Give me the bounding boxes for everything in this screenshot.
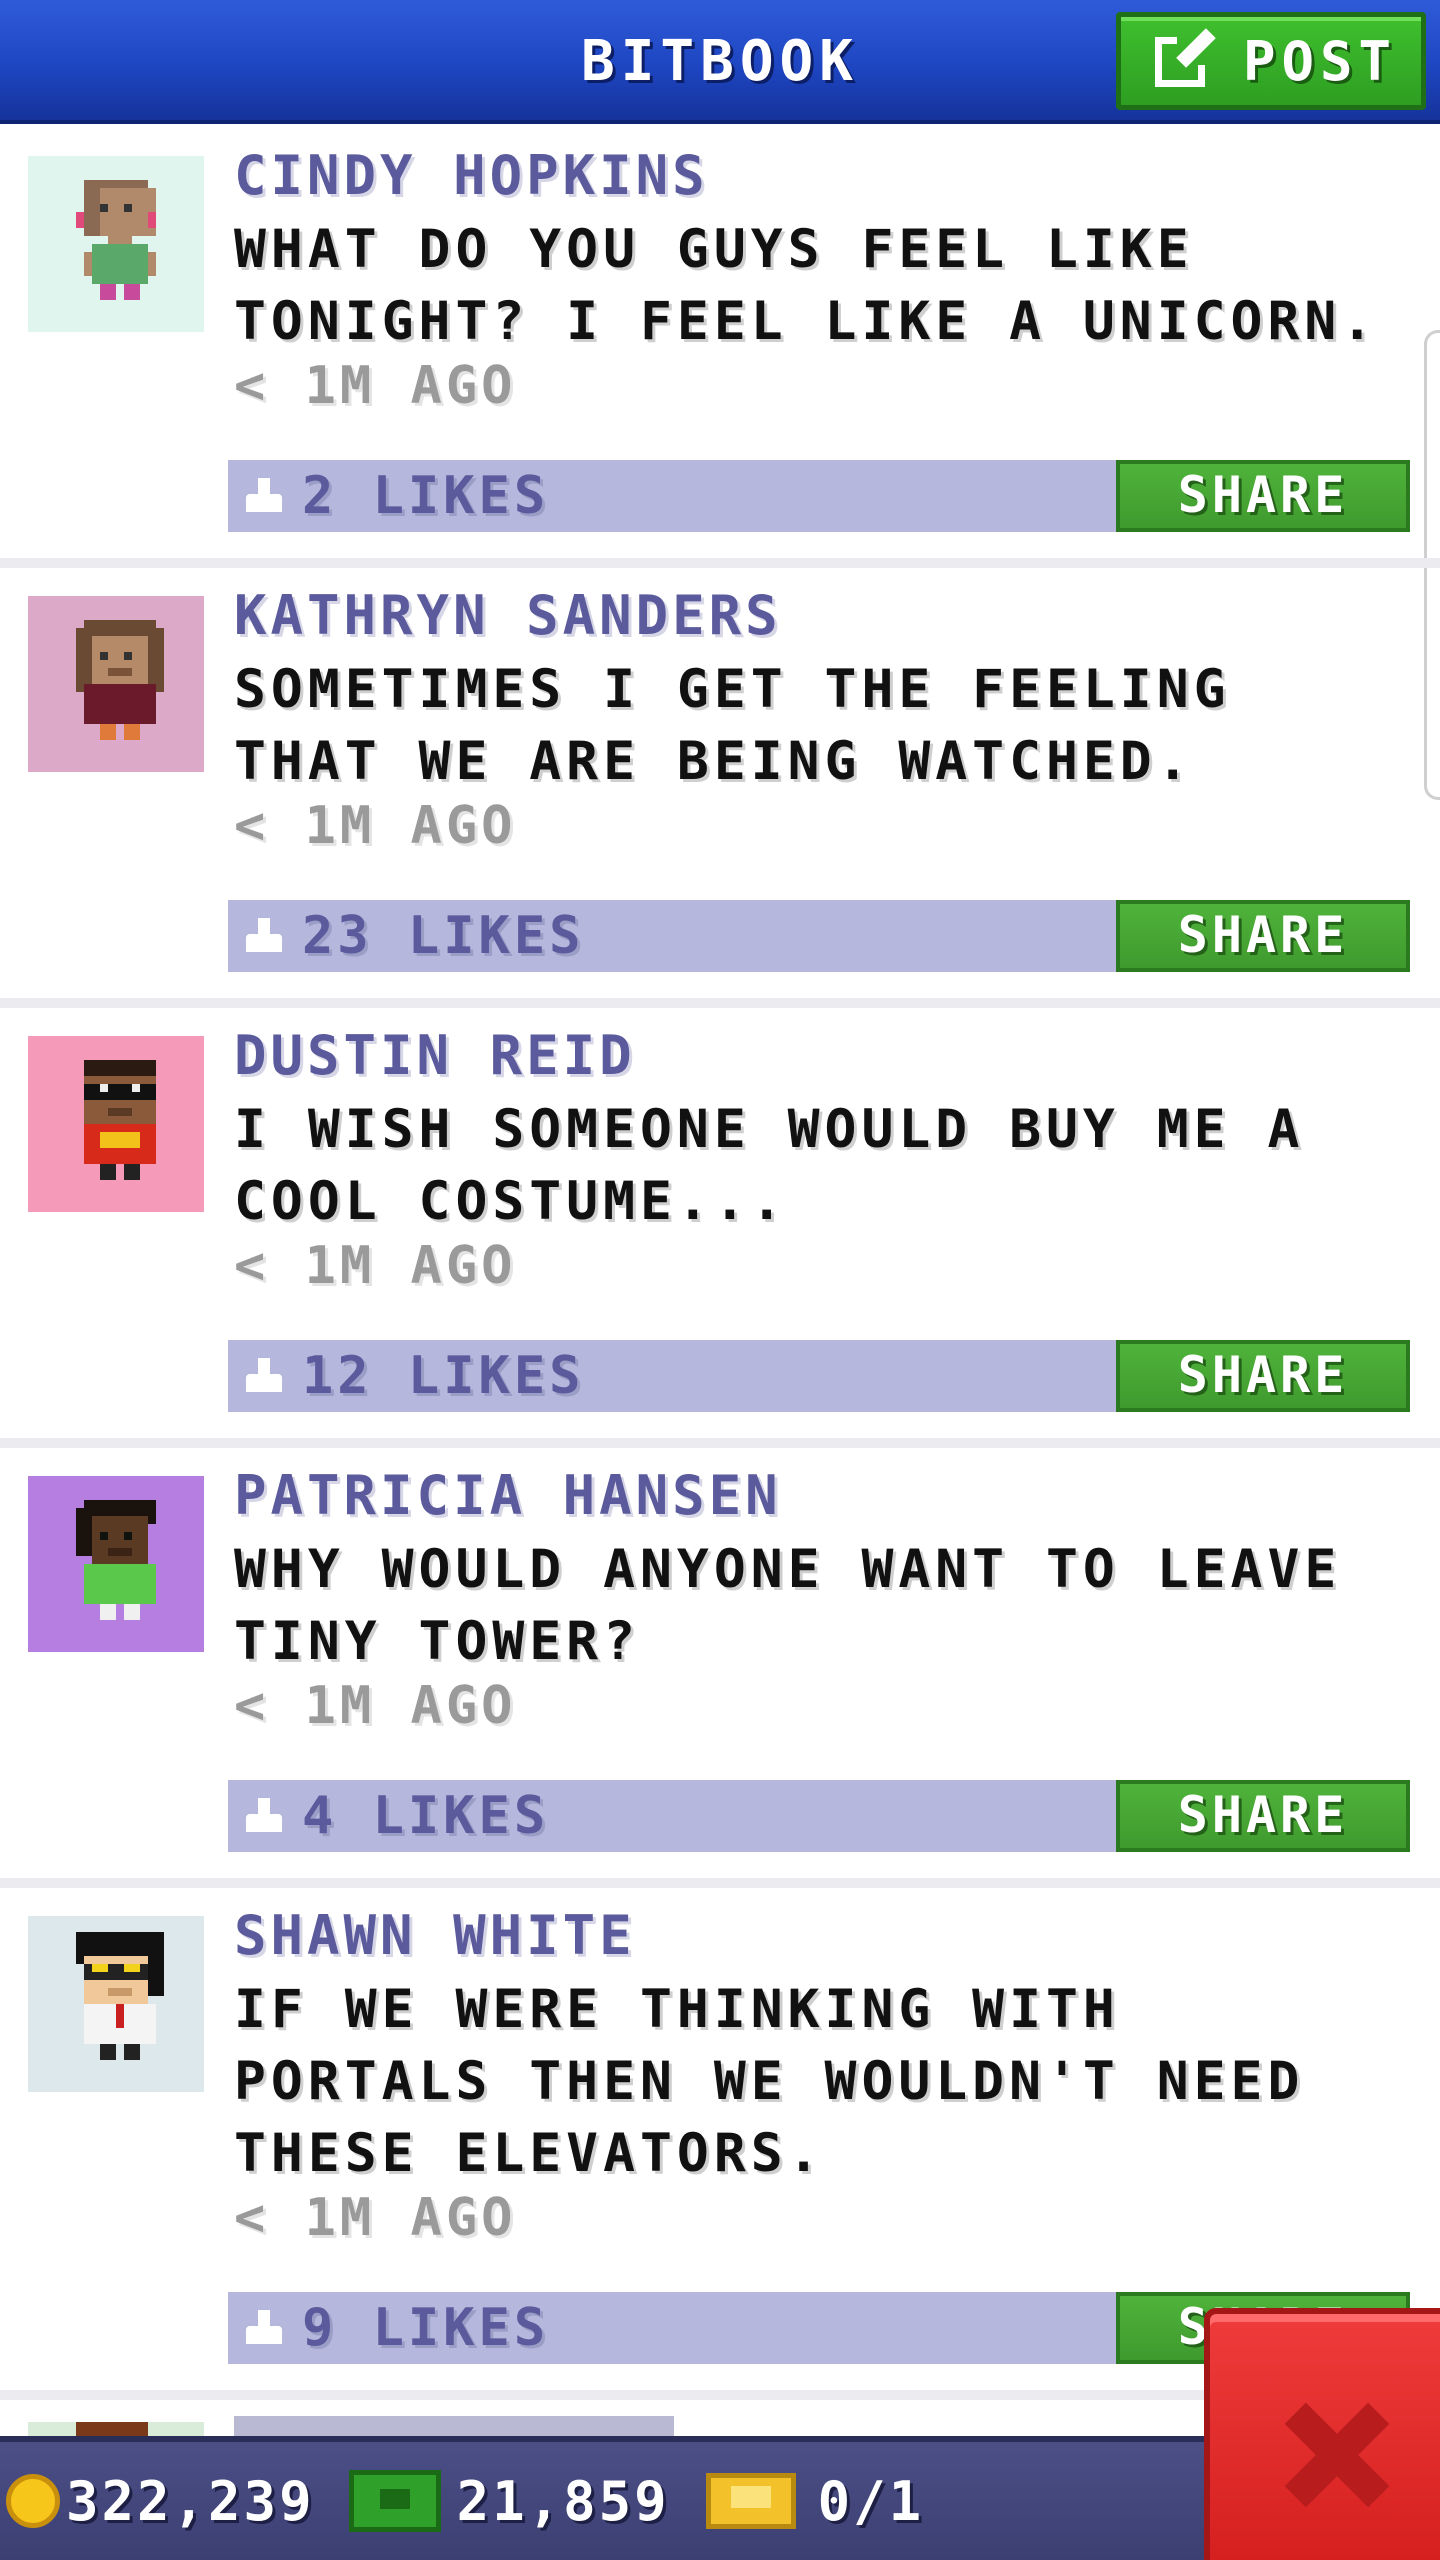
post-message: WHAT DO YOU GUYS FEEL LIKE TONIGHT? I FE… — [234, 219, 1379, 352]
author-name: SHAWN WHITE — [234, 1904, 636, 1967]
bux-value: 21,859 — [456, 2469, 670, 2533]
list-item: PATRICIA HANSEN WHY WOULD ANYONE WANT TO… — [0, 1448, 1440, 1888]
bux-icon — [348, 2470, 441, 2532]
likes-bar: 2 LIKES SHARE — [228, 460, 1410, 532]
likes-bar: 4 LIKES SHARE — [228, 1780, 1410, 1852]
share-button[interactable]: SHARE — [1116, 1340, 1410, 1412]
author-name: KATHRYN SANDERS — [234, 584, 782, 647]
list-item: KATHRYN SANDERS SOMETIMES I GET THE FEEL… — [0, 568, 1440, 1008]
likes-bar: 23 LIKES SHARE — [228, 900, 1410, 972]
post-message: IF WE WERE THINKING WITH PORTALS THEN WE… — [234, 1979, 1305, 2184]
thumbs-up-icon[interactable] — [242, 2306, 286, 2350]
post-button[interactable]: POST — [1116, 12, 1426, 110]
likes-bar: 12 LIKES SHARE — [228, 1340, 1410, 1412]
post-message: SOMETIMES I GET THE FEELING THAT WE ARE … — [234, 659, 1231, 792]
share-button[interactable]: SHARE — [1116, 900, 1410, 972]
post-time: < 1M AGO — [234, 356, 517, 416]
thumbs-up-icon[interactable] — [242, 1354, 286, 1398]
list-item: CINDY HOPKINS WHAT DO YOU GUYS FEEL LIKE… — [0, 128, 1440, 568]
avatar[interactable] — [28, 1476, 204, 1652]
author-name: PATRICIA HANSEN — [234, 1464, 782, 1527]
feed-list: CINDY HOPKINS WHAT DO YOU GUYS FEEL LIKE… — [0, 128, 1440, 2400]
post-button-label: POST — [1243, 29, 1398, 93]
list-item: DUSTIN REID I WISH SOMEONE WOULD BUY ME … — [0, 1008, 1440, 1448]
ticket-icon — [705, 2473, 796, 2529]
post-time: < 1M AGO — [234, 1676, 517, 1736]
app-header: BITBOOK POST — [0, 0, 1440, 124]
avatar[interactable] — [28, 156, 204, 332]
share-button[interactable]: SHARE — [1116, 460, 1410, 532]
close-button[interactable] — [1204, 2308, 1440, 2560]
share-button[interactable]: SHARE — [1116, 1780, 1410, 1852]
avatar[interactable] — [28, 596, 204, 772]
coin-icon — [6, 2474, 60, 2528]
like-count: 2 LIKES — [302, 466, 550, 526]
like-count: 23 LIKES — [302, 906, 585, 966]
thumbs-up-icon[interactable] — [242, 914, 286, 958]
like-count: 9 LIKES — [302, 2298, 550, 2358]
tickets-value: 0/1 — [817, 2469, 925, 2533]
tickets-stat: 0/1 — [670, 2470, 925, 2533]
coins-value: 322,239 — [66, 2469, 315, 2533]
post-time: < 1M AGO — [234, 796, 517, 856]
post-message: WHY WOULD ANYONE WANT TO LEAVE TINY TOWE… — [234, 1539, 1342, 1672]
author-name: CINDY HOPKINS — [234, 144, 709, 207]
like-count: 12 LIKES — [302, 1346, 585, 1406]
coins-stat: 322,239 — [0, 2470, 315, 2533]
bux-stat: 21,859 — [315, 2470, 670, 2533]
like-count: 4 LIKES — [302, 1786, 550, 1846]
close-icon — [1282, 2400, 1392, 2510]
author-name: DUSTIN REID — [234, 1024, 636, 1087]
compose-icon — [1155, 28, 1216, 91]
post-time: < 1M AGO — [234, 1236, 517, 1296]
post-time: < 1M AGO — [234, 2188, 517, 2248]
avatar[interactable] — [28, 1916, 204, 2092]
avatar[interactable] — [28, 1036, 204, 1212]
thumbs-up-icon[interactable] — [242, 1794, 286, 1838]
post-message: I WISH SOMEONE WOULD BUY ME A COOL COSTU… — [234, 1099, 1305, 1232]
thumbs-up-icon[interactable] — [242, 474, 286, 518]
